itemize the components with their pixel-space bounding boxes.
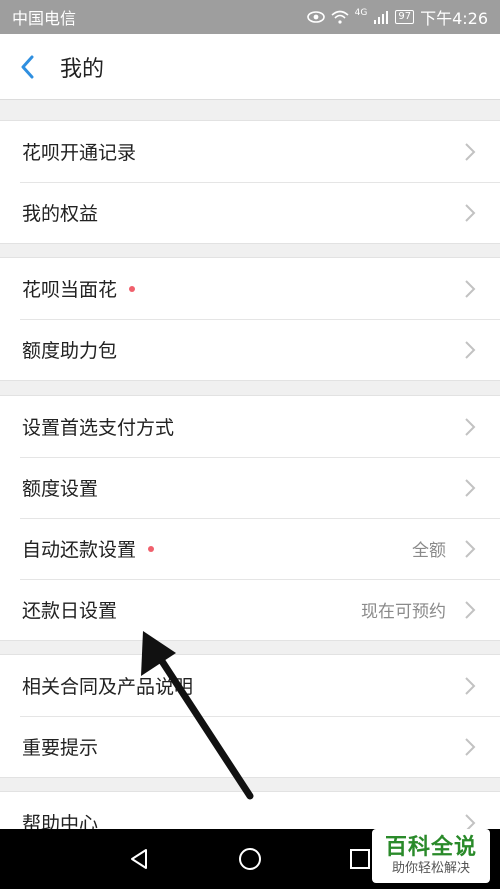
settings-group-1: 花呗开通记录 我的权益: [0, 120, 500, 244]
row-label: 额度助力包: [22, 340, 118, 362]
watermark-title: 百科全说: [384, 835, 477, 860]
row-credit-boost-pack[interactable]: 额度助力包: [0, 319, 500, 380]
row-huabei-open-record[interactable]: 花呗开通记录: [0, 121, 500, 182]
row-huabei-face-pay[interactable]: 花呗当面花: [0, 258, 500, 319]
circle-home-icon: [239, 848, 261, 870]
settings-group-3: 设置首选支付方式 额度设置 自动还款设置 全额 还款日设置 现在可预约: [0, 395, 500, 641]
chevron-left-icon: [21, 55, 34, 78]
red-dot-badge: [148, 545, 155, 552]
row-contracts[interactable]: 相关合同及产品说明: [0, 655, 500, 716]
chevron-right-icon: [465, 142, 476, 161]
triangle-back-icon: [131, 849, 147, 869]
chevron-right-icon: [465, 417, 476, 436]
nav-back-button[interactable]: [123, 843, 155, 875]
carrier-label: 中国电信: [12, 9, 77, 28]
time-label: 下午4:26: [420, 9, 488, 28]
chevron-right-icon: [465, 279, 476, 298]
row-credit-settings[interactable]: 额度设置: [0, 457, 500, 518]
status-icons: 4G 97 下午4:26: [306, 5, 488, 29]
row-label: 还款日设置: [22, 600, 118, 622]
row-value: 全额: [412, 541, 446, 561]
row-important-notice[interactable]: 重要提示: [0, 716, 500, 777]
nav-bar: 我的: [0, 34, 500, 100]
nav-home-button[interactable]: [234, 843, 266, 875]
row-my-benefits[interactable]: 我的权益: [0, 182, 500, 243]
red-dot-badge: [129, 285, 136, 292]
chevron-right-icon: [465, 676, 476, 695]
chevron-right-icon: [465, 737, 476, 756]
eye-icon: [306, 11, 325, 23]
network-label: 4G: [354, 8, 368, 18]
row-auto-repay[interactable]: 自动还款设置 全额: [0, 518, 500, 579]
row-label: 自动还款设置: [22, 539, 137, 561]
chevron-right-icon: [465, 203, 476, 222]
wifi-icon: [331, 10, 349, 24]
settings-group-4: 相关合同及产品说明 重要提示: [0, 654, 500, 778]
row-preferred-payment[interactable]: 设置首选支付方式: [0, 396, 500, 457]
page-title: 我的: [60, 56, 105, 82]
row-label: 我的权益: [22, 203, 99, 225]
signal-icon: [374, 11, 389, 24]
battery-icon: 97: [395, 10, 415, 24]
chevron-right-icon: [465, 600, 476, 619]
row-label: 重要提示: [22, 737, 99, 759]
row-repay-date[interactable]: 还款日设置 现在可预约: [0, 579, 500, 640]
row-label: 花呗开通记录: [22, 142, 137, 164]
chevron-right-icon: [465, 478, 476, 497]
watermark-logo: 百科全说 助你轻松解决: [372, 829, 490, 883]
status-bar: 中国电信 4G 97 下午4:26: [0, 0, 500, 34]
chevron-right-icon: [465, 340, 476, 359]
watermark-subtitle: 助你轻松解决: [391, 861, 470, 876]
row-label: 设置首选支付方式: [22, 417, 175, 439]
row-label: 额度设置: [22, 478, 99, 500]
row-label: 花呗当面花: [22, 279, 118, 301]
square-recents-icon: [350, 849, 370, 869]
row-value: 现在可预约: [361, 602, 446, 622]
chevron-right-icon: [465, 539, 476, 558]
settings-group-2: 花呗当面花 额度助力包: [0, 257, 500, 381]
back-button[interactable]: [0, 34, 54, 100]
row-label: 相关合同及产品说明: [22, 676, 194, 698]
